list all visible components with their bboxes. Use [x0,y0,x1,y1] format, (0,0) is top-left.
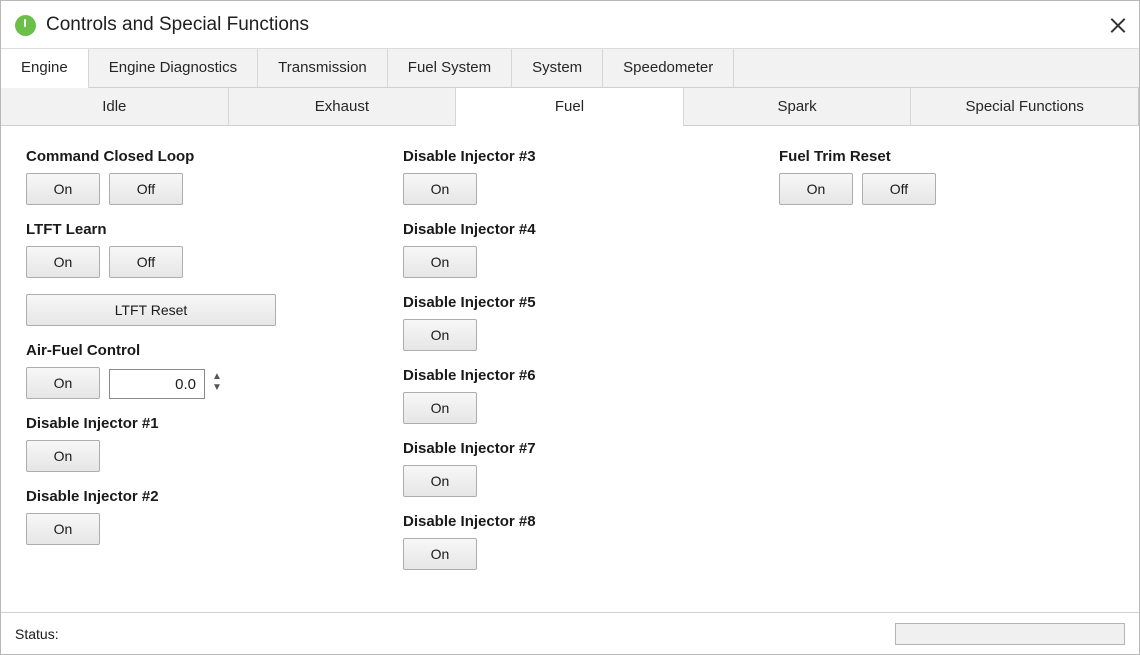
disable-injector-6-label: Disable Injector #6 [403,367,536,384]
air-fuel-control-group: Air-Fuel Control On ▲ ▼ [26,341,222,401]
status-progress-bar [895,623,1125,645]
fuel-trim-reset-label: Fuel Trim Reset [779,148,891,165]
disable-injector-5-group: Disable Injector #5 On [403,293,536,351]
command-closed-loop-off-button[interactable]: Off [109,173,183,205]
disable-injector-6-on-button[interactable]: On [403,392,477,424]
subtab-exhaust[interactable]: Exhaust [229,88,457,125]
air-fuel-control-label: Air-Fuel Control [26,342,141,359]
sub-tab-bar: Idle Exhaust Fuel Spark Special Function… [1,88,1139,126]
command-closed-loop-label: Command Closed Loop [26,148,195,165]
subtab-fuel[interactable]: Fuel [456,88,684,126]
disable-injector-1-label: Disable Injector #1 [26,415,159,432]
disable-injector-1-on-button[interactable]: On [26,440,100,472]
tab-transmission[interactable]: Transmission [258,49,388,87]
disable-injector-6-group: Disable Injector #6 On [403,366,536,424]
disable-injector-8-label: Disable Injector #8 [403,513,536,530]
main-tab-bar: Engine Engine Diagnostics Transmission F… [1,49,1139,88]
ltft-learn-group: LTFT Learn On Off [26,220,183,278]
disable-injector-4-group: Disable Injector #4 On [403,220,536,278]
command-closed-loop-on-button[interactable]: On [26,173,100,205]
tab-speedometer[interactable]: Speedometer [603,49,735,87]
ltft-learn-off-button[interactable]: Off [109,246,183,278]
disable-injector-8-on-button[interactable]: On [403,538,477,570]
air-fuel-spinner[interactable]: ▲ ▼ [211,371,223,395]
disable-injector-2-label: Disable Injector #2 [26,488,159,505]
tab-fuel-system[interactable]: Fuel System [388,49,513,87]
disable-injector-7-on-button[interactable]: On [403,465,477,497]
tab-engine[interactable]: Engine [1,49,89,88]
air-fuel-value-input[interactable] [109,369,205,399]
command-closed-loop-group: Command Closed Loop On Off [26,147,194,205]
fuel-controls-panel: Command Closed Loop On Off LTFT Learn On… [1,126,1139,612]
air-fuel-control-on-button[interactable]: On [26,367,100,399]
disable-injector-2-group: Disable Injector #2 On [26,487,159,545]
disable-injector-4-on-button[interactable]: On [403,246,477,278]
status-bar: Status: [1,612,1139,654]
status-label: Status: [15,626,59,642]
power-icon [15,15,36,36]
disable-injector-3-group: Disable Injector #3 On [403,147,536,205]
disable-injector-4-label: Disable Injector #4 [403,221,536,238]
disable-injector-2-on-button[interactable]: On [26,513,100,545]
fuel-trim-reset-on-button[interactable]: On [779,173,853,205]
fuel-trim-reset-off-button[interactable]: Off [862,173,936,205]
disable-injector-5-on-button[interactable]: On [403,319,477,351]
subtab-special-functions[interactable]: Special Functions [911,88,1139,125]
disable-injector-3-label: Disable Injector #3 [403,148,536,165]
spin-down-icon[interactable]: ▼ [211,382,223,394]
subtab-spark[interactable]: Spark [684,88,912,125]
disable-injector-5-label: Disable Injector #5 [403,294,536,311]
controls-window: Controls and Special Functions Engine En… [0,0,1140,655]
tab-engine-diagnostics[interactable]: Engine Diagnostics [89,49,259,87]
tab-system[interactable]: System [512,49,604,87]
disable-injector-3-on-button[interactable]: On [403,173,477,205]
subtab-idle[interactable]: Idle [1,88,229,125]
ltft-learn-on-button[interactable]: On [26,246,100,278]
disable-injector-7-group: Disable Injector #7 On [403,439,536,497]
disable-injector-8-group: Disable Injector #8 On [403,512,536,570]
disable-injector-7-label: Disable Injector #7 [403,440,536,457]
ltft-reset-button[interactable]: LTFT Reset [26,294,276,326]
ltft-learn-label: LTFT Learn [26,221,107,238]
close-icon[interactable] [1104,11,1132,39]
fuel-trim-reset-group: Fuel Trim Reset On Off [779,147,936,205]
disable-injector-1-group: Disable Injector #1 On [26,414,159,472]
title-bar: Controls and Special Functions [1,1,1139,49]
window-title: Controls and Special Functions [46,14,309,35]
